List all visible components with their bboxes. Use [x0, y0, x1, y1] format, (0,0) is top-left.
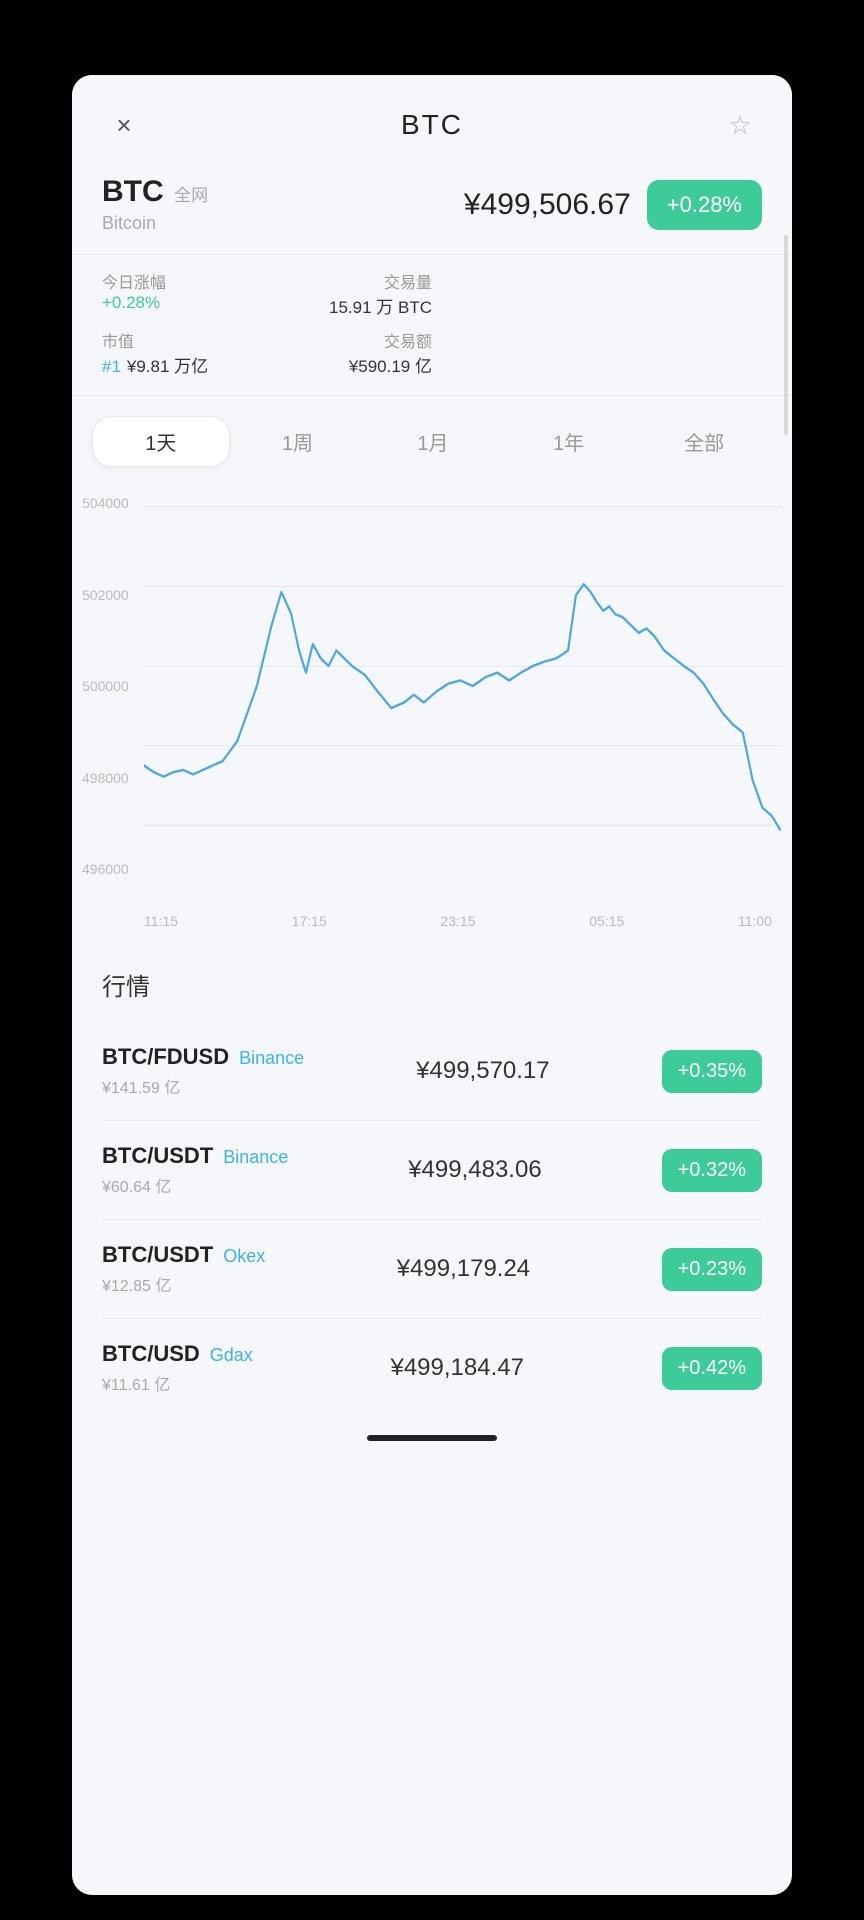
coin-symbol: BTC — [102, 175, 164, 208]
market-price: ¥499,179.24 — [397, 1255, 530, 1283]
market-change-badge: +0.35% — [662, 1050, 762, 1093]
pair-name: BTC/USDT — [102, 1242, 213, 1268]
tab-all[interactable]: 全部 — [636, 417, 772, 466]
market-price: ¥499,184.47 — [390, 1354, 523, 1382]
tab-1month[interactable]: 1月 — [365, 417, 501, 466]
market-title: 行情 — [102, 967, 762, 1002]
header: × BTC ☆ — [72, 75, 792, 165]
stats-section: 今日涨幅 +0.28% 交易量 15.91 万 BTC 市值 #1¥9.81 万… — [72, 254, 792, 396]
exchange-name: Binance — [239, 1048, 304, 1069]
star-icon: ☆ — [728, 110, 751, 141]
stat-daily-change: 今日涨幅 +0.28% — [102, 269, 267, 318]
chart-svg — [82, 487, 782, 907]
market-list: BTC/FDUSD Binance ¥141.59 亿 ¥499,570.17 … — [102, 1022, 762, 1417]
market-section: 行情 BTC/FDUSD Binance ¥141.59 亿 ¥499,570.… — [72, 939, 792, 1417]
chart-section: 504000 502000 500000 498000 496000 — [72, 477, 792, 939]
market-item-info: BTC/FDUSD Binance ¥141.59 亿 — [102, 1044, 304, 1098]
scroll-indicator — [784, 235, 788, 435]
tab-1week[interactable]: 1周 — [230, 417, 366, 466]
market-volume: ¥141.59 亿 — [102, 1074, 304, 1098]
price-change-badge: +0.28% — [647, 180, 762, 230]
coin-price: ¥499,506.67 — [464, 188, 631, 222]
exchange-name: Binance — [223, 1147, 288, 1168]
market-volume: ¥60.64 亿 — [102, 1173, 288, 1197]
exchange-name: Gdax — [210, 1345, 253, 1366]
market-item-info: BTC/USDT Okex ¥12.85 亿 — [102, 1242, 265, 1296]
market-change-badge: +0.42% — [662, 1347, 762, 1390]
pair-name: BTC/USDT — [102, 1143, 213, 1169]
chart-y-labels: 504000 502000 500000 498000 496000 — [82, 487, 144, 907]
page-title: BTC — [401, 109, 463, 141]
price-right: ¥499,506.67 +0.28% — [464, 180, 762, 230]
bottom-bar — [72, 1417, 792, 1451]
stats-grid: 今日涨幅 +0.28% 交易量 15.91 万 BTC 市值 #1¥9.81 万… — [102, 269, 762, 377]
coin-network: 全网 — [174, 186, 208, 205]
coin-fullname: Bitcoin — [102, 213, 208, 234]
market-item-info: BTC/USD Gdax ¥11.61 亿 — [102, 1341, 253, 1395]
stat-turnover: 交易额 ¥590.19 亿 — [267, 328, 432, 377]
market-price: ¥499,570.17 — [416, 1057, 549, 1085]
market-item-info: BTC/USDT Binance ¥60.64 亿 — [102, 1143, 288, 1197]
market-item[interactable]: BTC/USDT Okex ¥12.85 亿 ¥499,179.24 +0.23… — [102, 1220, 762, 1319]
coin-info: BTC 全网 Bitcoin — [102, 175, 208, 234]
exchange-name: Okex — [223, 1246, 265, 1267]
tab-1year[interactable]: 1年 — [501, 417, 637, 466]
price-section: BTC 全网 Bitcoin ¥499,506.67 +0.28% — [72, 165, 792, 254]
market-item[interactable]: BTC/USD Gdax ¥11.61 亿 ¥499,184.47 +0.42% — [102, 1319, 762, 1417]
stat-volume: 交易量 15.91 万 BTC — [267, 269, 432, 318]
market-item[interactable]: BTC/FDUSD Binance ¥141.59 亿 ¥499,570.17 … — [102, 1022, 762, 1121]
chart-x-labels: 11:15 17:15 23:15 05:15 11:00 — [82, 907, 782, 939]
price-chart: 504000 502000 500000 498000 496000 — [82, 487, 782, 907]
market-volume: ¥11.61 亿 — [102, 1371, 253, 1395]
market-change-badge: +0.32% — [662, 1149, 762, 1192]
market-item[interactable]: BTC/USDT Binance ¥60.64 亿 ¥499,483.06 +0… — [102, 1121, 762, 1220]
tab-1day[interactable]: 1天 — [92, 416, 230, 467]
stat-market-cap: 市值 #1¥9.81 万亿 — [102, 328, 267, 377]
pair-name: BTC/USD — [102, 1341, 200, 1367]
close-button[interactable]: × — [102, 103, 146, 147]
time-tabs: 1天 1周 1月 1年 全部 — [72, 396, 792, 477]
market-change-badge: +0.23% — [662, 1248, 762, 1291]
pair-name: BTC/FDUSD — [102, 1044, 229, 1070]
market-price: ¥499,483.06 — [408, 1156, 541, 1184]
market-volume: ¥12.85 亿 — [102, 1272, 265, 1296]
home-indicator — [367, 1435, 497, 1441]
main-card: × BTC ☆ BTC 全网 Bitcoin ¥499,506.67 +0.28… — [72, 75, 792, 1895]
favorite-button[interactable]: ☆ — [718, 103, 762, 147]
